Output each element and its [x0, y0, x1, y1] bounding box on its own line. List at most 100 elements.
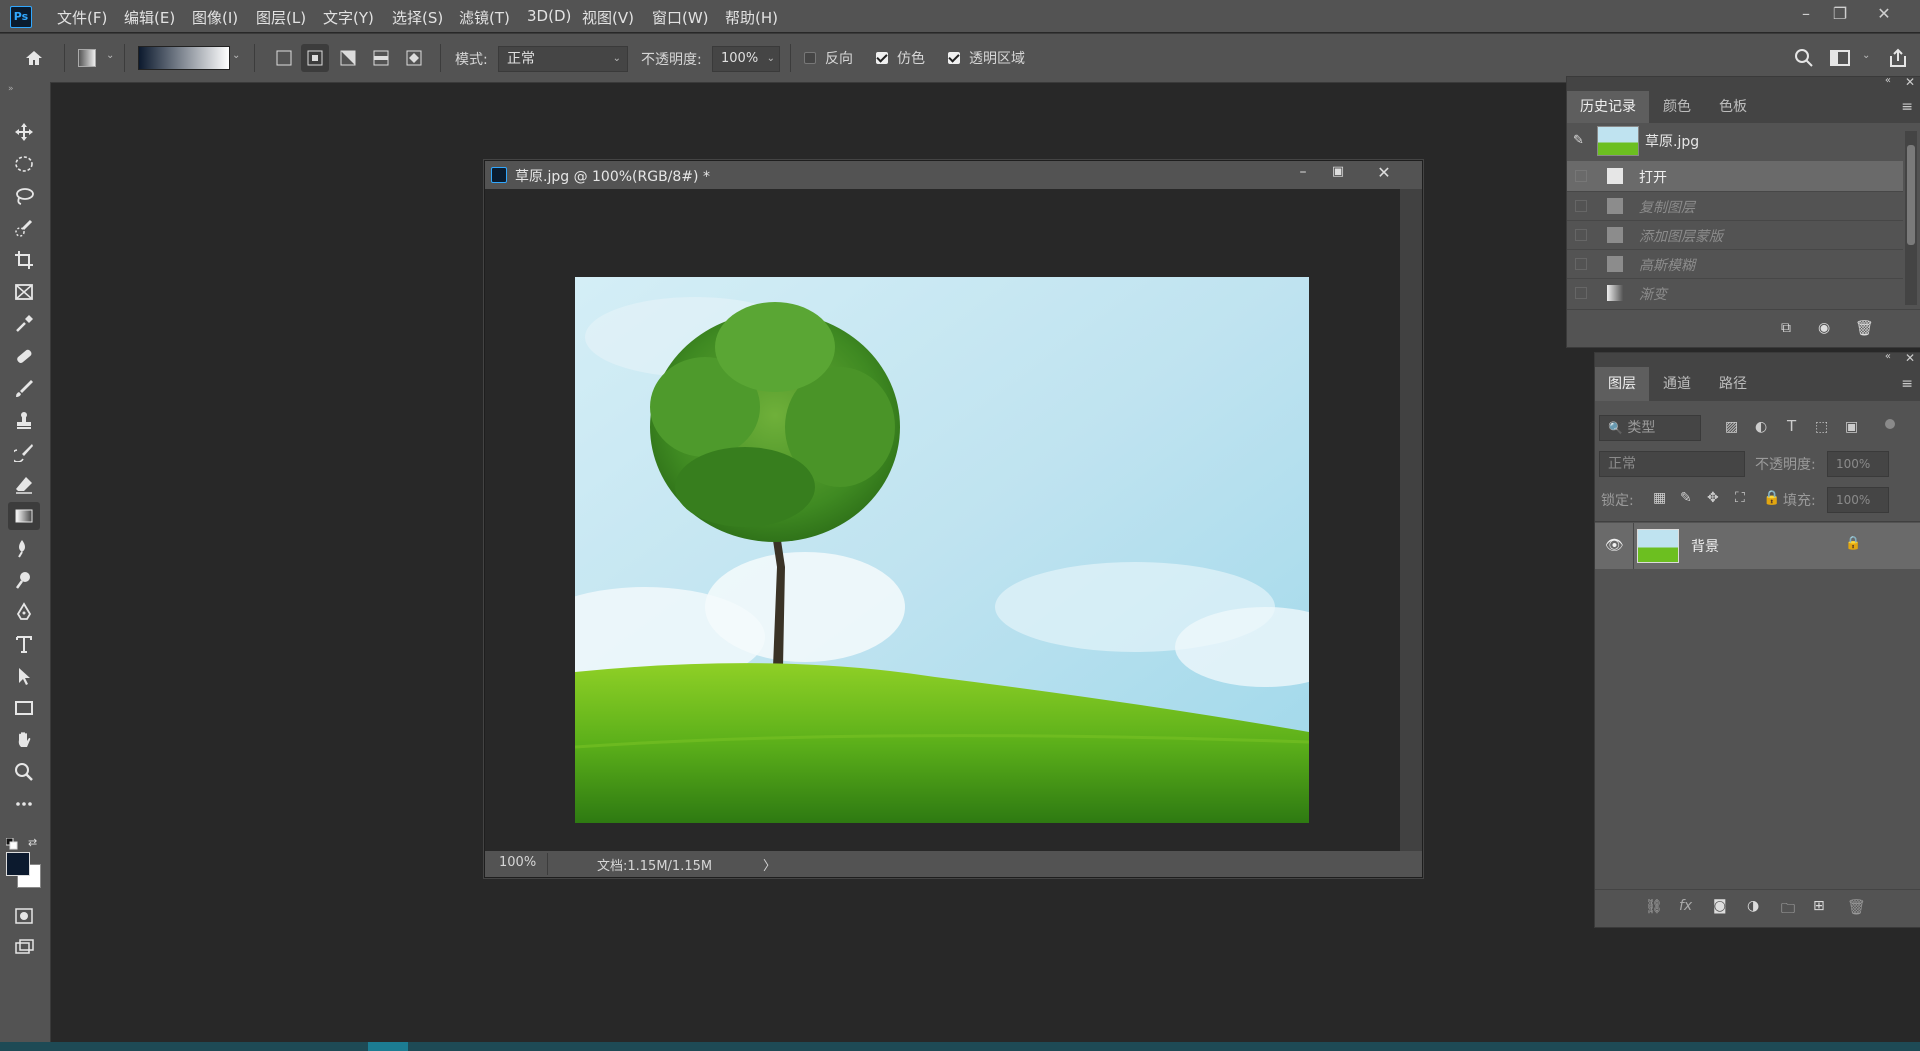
panel-menu-icon[interactable]: ≡	[1901, 376, 1913, 392]
dither-checkbox[interactable]	[876, 52, 888, 64]
screen-mode-icon[interactable]	[8, 934, 40, 962]
quick-mask-icon[interactable]	[8, 902, 40, 930]
document-titlebar[interactable]: 草原.jpg @ 100%(RGB/8#) * – ▣ ✕	[485, 161, 1422, 189]
close-panel-icon[interactable]: ✕	[1905, 75, 1915, 89]
lasso-tool-icon[interactable]	[8, 182, 40, 210]
menu-window[interactable]: 窗口(W)	[652, 7, 709, 27]
filter-type-icon[interactable]: T	[1787, 417, 1796, 435]
frame-tool-icon[interactable]	[8, 278, 40, 306]
layer-lock-icon[interactable]: 🔒	[1845, 536, 1861, 551]
opacity-field[interactable]: 100% ⌄	[712, 46, 780, 72]
add-mask-icon[interactable]: ◙	[1713, 898, 1727, 914]
collapse-icon[interactable]: »	[8, 84, 14, 94]
document-size-info[interactable]: 文档:1.15M/1.15M	[597, 855, 712, 874]
chevron-down-icon[interactable]: ⌄	[1862, 50, 1870, 61]
eraser-tool-icon[interactable]	[8, 470, 40, 498]
radial-gradient-icon[interactable]	[301, 44, 329, 72]
history-scrollbar[interactable]	[1905, 131, 1917, 305]
fx-icon[interactable]: fx	[1679, 898, 1692, 914]
layer-opacity-field[interactable]: 100%	[1827, 451, 1889, 477]
reverse-checkbox[interactable]	[804, 52, 816, 64]
menu-filter[interactable]: 滤镜(T)	[459, 7, 510, 27]
fill-field[interactable]: 100%	[1827, 487, 1889, 513]
mode-dropdown[interactable]: 正常 ⌄	[498, 46, 628, 72]
menu-help[interactable]: 帮助(H)	[725, 7, 778, 27]
menu-file[interactable]: 文件(F)	[57, 7, 107, 27]
rectangle-tool-icon[interactable]	[8, 694, 40, 722]
history-step[interactable]: 添加图层蒙版	[1567, 220, 1903, 250]
transparency-checkbox[interactable]	[948, 52, 960, 64]
filter-pixel-icon[interactable]: ▨	[1725, 419, 1738, 435]
history-step[interactable]: 渐变	[1567, 278, 1903, 308]
visibility-eye-icon[interactable]: 👁	[1605, 536, 1624, 554]
linear-gradient-icon[interactable]	[270, 44, 298, 72]
history-step[interactable]: 打开	[1567, 161, 1903, 191]
history-step[interactable]: 高斯模糊	[1567, 249, 1903, 279]
reflected-gradient-icon[interactable]	[367, 44, 395, 72]
more-tools-icon[interactable]	[8, 790, 40, 818]
search-icon[interactable]	[1790, 44, 1818, 72]
swap-colors-icon[interactable]: ⇄	[28, 836, 37, 849]
share-icon[interactable]	[1884, 44, 1912, 72]
new-document-from-state-icon[interactable]: ⧉	[1781, 320, 1791, 336]
marquee-tool-icon[interactable]	[8, 150, 40, 178]
collapse-panel-icon[interactable]: «	[1885, 75, 1891, 86]
brush-tool-icon[interactable]	[8, 374, 40, 402]
crop-tool-icon[interactable]	[8, 246, 40, 274]
tab-layers[interactable]: 图层	[1595, 367, 1649, 401]
filter-shape-icon[interactable]: ⬚	[1815, 419, 1828, 435]
history-brush-source-icon[interactable]: ✎	[1573, 133, 1584, 148]
blend-mode-dropdown[interactable]: 正常	[1599, 451, 1745, 477]
clone-stamp-tool-icon[interactable]	[8, 406, 40, 434]
foreground-color-swatch[interactable]	[6, 852, 30, 876]
status-menu-arrow-icon[interactable]: 〉	[763, 855, 776, 874]
eyedropper-tool-icon[interactable]	[8, 310, 40, 338]
lock-image-pixels-icon[interactable]: ✎	[1680, 490, 1692, 506]
healing-brush-tool-icon[interactable]	[8, 342, 40, 370]
panel-header[interactable]: « ✕	[1595, 351, 1920, 367]
filter-adjustment-icon[interactable]: ◐	[1755, 419, 1767, 435]
lock-position-icon[interactable]: ✥	[1707, 490, 1719, 506]
chevron-down-icon[interactable]: ⌄	[106, 50, 114, 61]
pen-tool-icon[interactable]	[8, 598, 40, 626]
path-selection-tool-icon[interactable]	[8, 662, 40, 690]
zoom-level[interactable]: 100%	[499, 855, 536, 870]
menu-select[interactable]: 选择(S)	[392, 7, 443, 27]
layer-name[interactable]: 背景	[1691, 536, 1719, 556]
diamond-gradient-icon[interactable]	[400, 44, 428, 72]
restore-icon[interactable]: ❐	[1824, 2, 1856, 26]
folder-icon[interactable]: 🗀	[1781, 898, 1795, 922]
tab-history[interactable]: 历史记录	[1567, 91, 1649, 123]
vertical-scrollbar[interactable]	[1400, 189, 1422, 851]
menu-view[interactable]: 视图(V)	[582, 7, 634, 27]
minimize-icon[interactable]: –	[1790, 2, 1822, 26]
filter-toggle-icon[interactable]	[1885, 419, 1895, 429]
menu-image[interactable]: 图像(I)	[192, 7, 238, 27]
doc-minimize-icon[interactable]: –	[1290, 164, 1316, 184]
link-layers-icon[interactable]: ⛓	[1645, 899, 1663, 915]
move-tool-icon[interactable]	[8, 118, 40, 146]
camera-icon[interactable]: ◉	[1818, 320, 1830, 336]
history-brush-tool-icon[interactable]	[8, 438, 40, 466]
home-icon[interactable]	[20, 44, 48, 72]
menu-edit[interactable]: 编辑(E)	[124, 7, 175, 27]
hand-tool-icon[interactable]	[8, 726, 40, 754]
dodge-tool-icon[interactable]	[8, 566, 40, 594]
blur-tool-icon[interactable]	[8, 534, 40, 562]
doc-close-icon[interactable]: ✕	[1371, 163, 1397, 183]
menu-layer[interactable]: 图层(L)	[256, 7, 306, 27]
menu-type[interactable]: 文字(Y)	[323, 7, 374, 27]
lock-transparent-pixels-icon[interactable]: ▦	[1653, 490, 1666, 506]
workspace-icon[interactable]	[1826, 44, 1854, 72]
close-icon[interactable]: ✕	[1868, 2, 1900, 26]
tab-paths[interactable]: 路径	[1705, 367, 1761, 401]
layer-row[interactable]: 👁 背景 🔒	[1595, 523, 1920, 569]
menu-3d[interactable]: 3D(D)	[527, 7, 571, 27]
history-step[interactable]: 复制图层	[1567, 191, 1903, 221]
close-panel-icon[interactable]: ✕	[1905, 351, 1915, 365]
filter-smart-object-icon[interactable]: ▣	[1845, 419, 1858, 435]
zoom-tool-icon[interactable]	[8, 758, 40, 786]
gradient-editor-swatch[interactable]	[138, 46, 230, 70]
new-layer-icon[interactable]: ⊞	[1813, 898, 1825, 914]
lock-artboard-icon[interactable]: ⛶	[1735, 490, 1745, 506]
